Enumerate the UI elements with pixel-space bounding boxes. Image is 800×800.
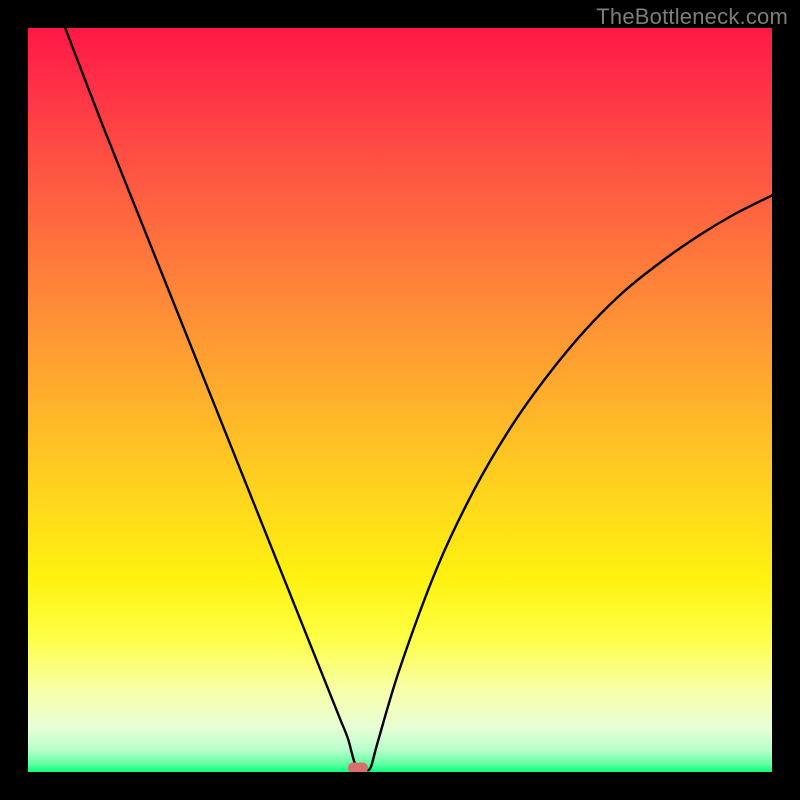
bottleneck-curve [28, 28, 772, 772]
watermark-text: TheBottleneck.com [596, 4, 788, 30]
chart-frame [28, 28, 772, 772]
plot-area [28, 28, 772, 772]
optimum-marker [348, 762, 368, 772]
